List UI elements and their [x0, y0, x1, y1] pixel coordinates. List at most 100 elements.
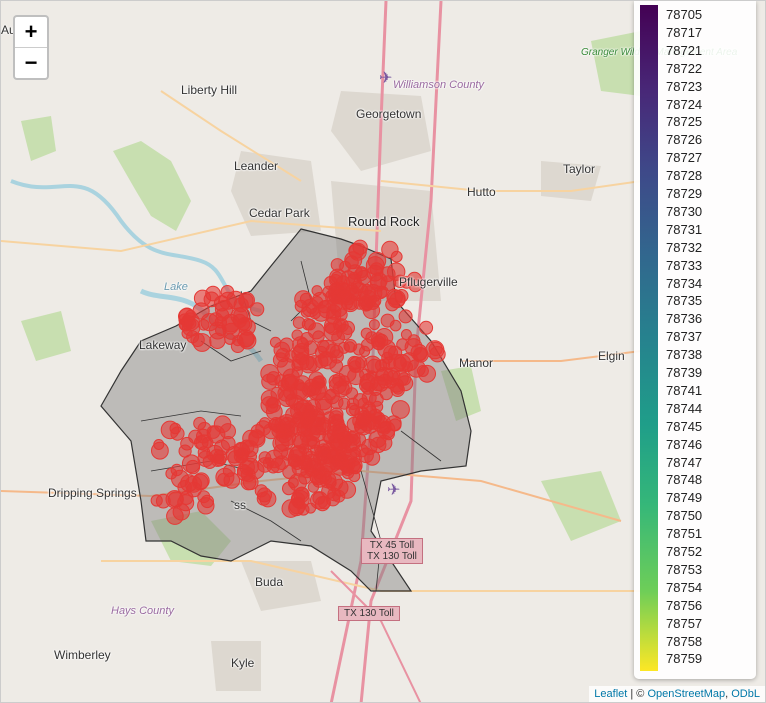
map-marker[interactable] — [281, 499, 301, 518]
map-marker[interactable] — [334, 308, 348, 322]
map-marker[interactable] — [177, 480, 192, 495]
leaflet-link[interactable]: Leaflet — [594, 688, 627, 700]
map-marker[interactable] — [352, 412, 369, 429]
map-marker[interactable] — [305, 502, 317, 514]
map-marker[interactable] — [178, 444, 192, 458]
map-marker[interactable] — [166, 507, 184, 525]
map-marker[interactable] — [213, 415, 232, 434]
map-marker[interactable] — [382, 427, 396, 441]
odbl-link[interactable]: ODbL — [731, 688, 760, 700]
map-marker[interactable] — [360, 327, 373, 340]
zoom-in-button[interactable]: + — [15, 17, 47, 47]
map-marker[interactable] — [398, 309, 413, 324]
map-marker[interactable] — [389, 292, 406, 308]
map-marker[interactable] — [312, 491, 326, 505]
map-marker[interactable] — [197, 490, 211, 504]
map-marker[interactable] — [197, 421, 212, 436]
map-marker[interactable] — [177, 494, 195, 512]
map-marker[interactable] — [214, 300, 234, 319]
map-marker[interactable] — [371, 400, 384, 413]
map-marker[interactable] — [369, 274, 387, 292]
map-marker[interactable] — [223, 472, 241, 489]
map-marker[interactable] — [301, 298, 320, 318]
map-marker[interactable] — [383, 345, 399, 361]
map-marker[interactable] — [260, 364, 280, 383]
map-marker[interactable] — [208, 321, 227, 340]
map-marker[interactable] — [323, 275, 339, 291]
map-marker[interactable] — [419, 320, 434, 335]
map-marker[interactable] — [348, 243, 365, 259]
map-marker[interactable] — [151, 441, 169, 460]
map-marker[interactable] — [185, 459, 201, 475]
map-marker[interactable] — [345, 273, 362, 290]
map-marker[interactable] — [299, 355, 318, 374]
map-marker[interactable] — [361, 381, 375, 395]
legend-label: 78730 — [666, 203, 703, 219]
map-marker[interactable] — [309, 471, 323, 485]
map-marker[interactable] — [404, 338, 423, 357]
map-marker[interactable] — [238, 331, 257, 350]
map-marker[interactable] — [367, 251, 387, 271]
legend-label: 78748 — [666, 472, 703, 488]
map-marker[interactable] — [319, 351, 338, 370]
wildlife-area-label: Granger Wildlife Management Area — [581, 47, 737, 58]
map-marker[interactable] — [322, 411, 336, 425]
map-marker[interactable] — [397, 372, 412, 386]
map-marker[interactable] — [233, 306, 251, 325]
legend-label: 78752 — [666, 544, 703, 559]
map-marker[interactable] — [373, 376, 389, 392]
map-marker[interactable] — [281, 423, 296, 438]
legend-label: 78717 — [666, 24, 703, 40]
map-marker[interactable] — [270, 386, 284, 400]
map-marker[interactable] — [291, 459, 310, 477]
map-marker[interactable] — [301, 318, 315, 331]
map-marker[interactable] — [389, 319, 402, 332]
map-marker[interactable] — [246, 461, 265, 480]
map-marker[interactable] — [279, 337, 294, 352]
legend-label: 78727 — [666, 150, 703, 166]
map-marker[interactable] — [293, 379, 305, 391]
legend-label: 78753 — [666, 561, 703, 577]
map-marker[interactable] — [331, 458, 349, 476]
map-marker[interactable] — [348, 356, 366, 373]
map-marker[interactable] — [256, 491, 271, 506]
map-container[interactable]: ✈ ✈ Au Liberty Hill Georgetown Williamso… — [0, 0, 766, 703]
map-marker[interactable] — [262, 457, 275, 469]
map-marker[interactable] — [316, 449, 333, 465]
map-marker[interactable] — [391, 400, 410, 419]
map-marker[interactable] — [418, 364, 437, 383]
map-marker[interactable] — [307, 436, 321, 449]
map-marker[interactable] — [346, 397, 360, 410]
map-marker[interactable] — [272, 352, 289, 368]
map-marker[interactable] — [170, 426, 185, 441]
map-marker[interactable] — [325, 477, 337, 489]
map-marker[interactable] — [190, 332, 205, 347]
map-marker[interactable] — [201, 436, 214, 449]
map-marker[interactable] — [325, 492, 341, 507]
map-marker[interactable] — [282, 481, 296, 496]
map-marker[interactable] — [233, 441, 249, 458]
map-marker[interactable] — [238, 291, 256, 309]
map-marker[interactable] — [352, 343, 365, 356]
map-marker[interactable] — [209, 448, 225, 464]
zoom-out-button[interactable]: − — [15, 47, 47, 78]
legend-label: 78756 — [666, 597, 703, 613]
map-marker[interactable] — [392, 383, 404, 395]
map-marker[interactable] — [298, 443, 310, 455]
map-marker[interactable] — [370, 436, 387, 454]
map-marker[interactable] — [273, 444, 289, 460]
map-marker[interactable] — [192, 302, 210, 320]
map-marker[interactable] — [303, 340, 318, 356]
place-label-manor: Manor — [459, 356, 494, 370]
legend-label: 78745 — [666, 418, 703, 434]
osm-link[interactable]: OpenStreetMap — [647, 688, 725, 700]
map-marker[interactable] — [368, 319, 380, 331]
map-marker[interactable] — [312, 377, 325, 390]
legend-label: 78722 — [666, 60, 703, 76]
map-marker[interactable] — [205, 285, 221, 302]
map-marker[interactable] — [301, 414, 313, 427]
map-marker[interactable] — [353, 297, 367, 310]
legend-label: 78746 — [666, 436, 703, 452]
map-marker[interactable] — [349, 446, 361, 458]
map-marker[interactable] — [428, 341, 443, 356]
